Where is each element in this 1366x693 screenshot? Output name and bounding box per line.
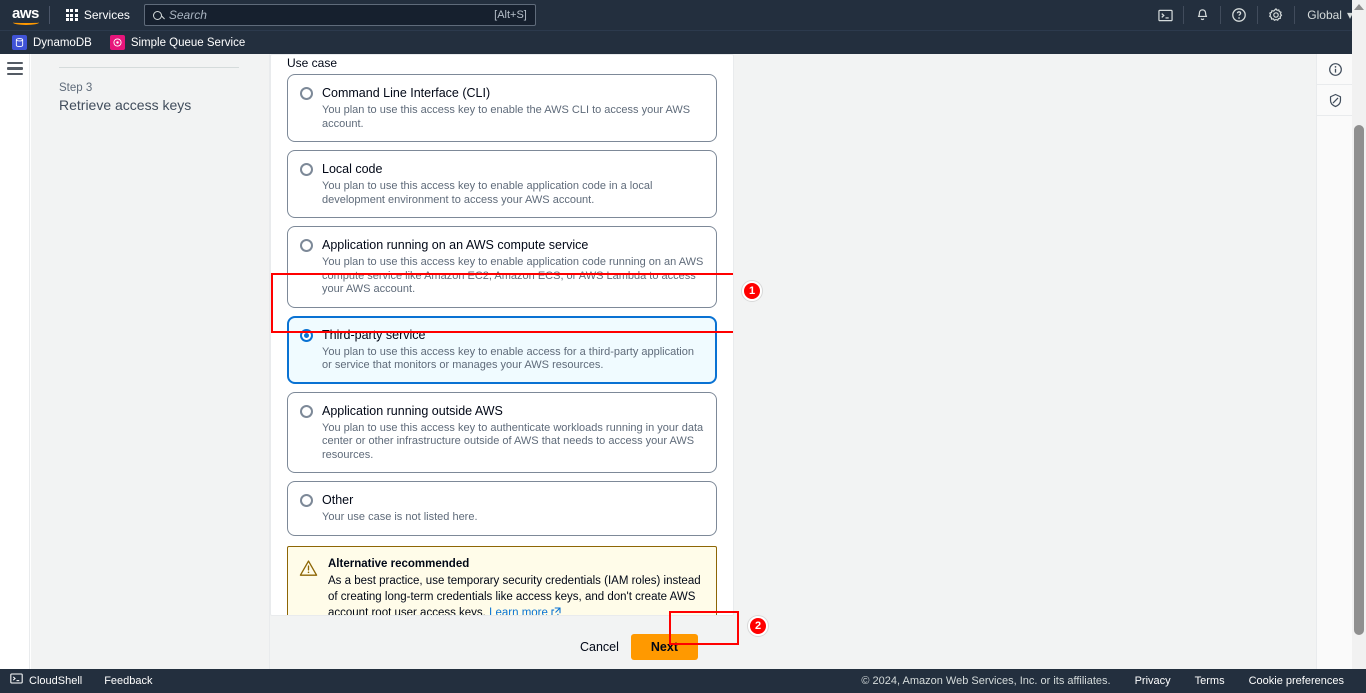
option-title: Third-party service xyxy=(322,327,426,342)
footer-right-group: © 2024, Amazon Web Services, Inc. or its… xyxy=(861,675,1344,687)
sqs-service-icon xyxy=(109,35,125,50)
use-case-option-other[interactable]: Other Your use case is not listed here. xyxy=(287,481,717,536)
help-question-icon[interactable] xyxy=(1221,0,1257,30)
option-title: Application running outside AWS xyxy=(322,403,503,418)
option-text-block: Application running on an AWS compute se… xyxy=(322,237,704,297)
option-text-block: Local code You plan to use this access k… xyxy=(322,161,704,207)
favorites-bar: DynamoDB Simple Queue Service xyxy=(0,30,1366,54)
option-description: You plan to use this access key to authe… xyxy=(322,421,704,461)
scrollbar-up-arrow-icon[interactable] xyxy=(1354,4,1364,14)
favorite-dynamodb-label: DynamoDB xyxy=(33,36,92,49)
radio-icon-selected[interactable] xyxy=(300,328,313,342)
annotation-badge-1: 1 xyxy=(742,281,762,301)
annotation-badge-2: 2 xyxy=(748,616,768,636)
option-text-block: Other Your use case is not listed here. xyxy=(322,492,704,525)
radio-icon[interactable] xyxy=(300,494,313,507)
option-description: You plan to use this access key to enabl… xyxy=(322,104,691,130)
favorite-dynamodb[interactable]: DynamoDB xyxy=(12,35,92,50)
wizard-step-title: Retrieve access keys xyxy=(59,97,192,113)
option-title: Application running on an AWS compute se… xyxy=(322,238,589,252)
alternative-recommended-alert: Alternative recommended As a best practi… xyxy=(287,545,717,616)
radio-icon[interactable] xyxy=(300,163,313,176)
copyright-text: © 2024, Amazon Web Services, Inc. or its… xyxy=(861,675,1111,687)
use-case-option-local-code[interactable]: Local code You plan to use this access k… xyxy=(287,150,717,218)
content-column: Use case Command Line Interface (CLI) Yo… xyxy=(270,54,1366,669)
aws-logo-smile-icon xyxy=(13,20,39,25)
top-nav-right-group: Global ▾ xyxy=(1147,0,1366,30)
cloudshell-icon xyxy=(10,672,23,690)
terms-link[interactable]: Terms xyxy=(1195,675,1225,687)
wizard-side-panel: Step 3 Retrieve access keys xyxy=(31,54,270,669)
option-title: Other xyxy=(322,493,354,507)
dynamodb-service-icon xyxy=(12,35,27,50)
bottom-status-bar: CloudShell Feedback © 2024, Amazon Web S… xyxy=(0,669,1366,693)
alert-text-block: Alternative recommended As a best practi… xyxy=(328,557,704,616)
info-circle-icon[interactable] xyxy=(1317,54,1353,85)
hamburger-menu-icon[interactable] xyxy=(6,62,23,76)
scrollbar-thumb[interactable] xyxy=(1354,125,1364,635)
radio-icon[interactable] xyxy=(300,87,313,100)
wizard-step-number: Step 3 xyxy=(59,82,93,94)
use-case-section-label: Use case xyxy=(287,56,338,70)
option-description: You plan to use this access key to enabl… xyxy=(322,256,704,295)
favorite-sqs-label: Simple Queue Service xyxy=(130,36,246,49)
privacy-link[interactable]: Privacy xyxy=(1135,675,1171,687)
option-text-block: Application running outside AWS You plan… xyxy=(322,403,704,463)
option-title: Command Line Interface (CLI) xyxy=(322,86,491,100)
feedback-link[interactable]: Feedback xyxy=(104,675,152,687)
next-button[interactable]: Next xyxy=(630,634,698,660)
notifications-bell-icon[interactable] xyxy=(1184,0,1220,30)
wizard-divider xyxy=(59,67,239,68)
radio-icon[interactable] xyxy=(300,239,313,252)
option-text-block: Command Line Interface (CLI) You plan to… xyxy=(322,85,704,131)
option-title: Local code xyxy=(322,162,383,176)
option-text-block: Third-party service You plan to use this… xyxy=(322,327,704,373)
search-input[interactable] xyxy=(168,8,495,22)
use-case-option-aws-compute[interactable]: Application running on an AWS compute se… xyxy=(287,226,717,308)
cloudshell-label: CloudShell xyxy=(29,675,83,687)
form-card-inner: Use case Command Line Interface (CLI) Yo… xyxy=(271,55,733,616)
option-description: Your use case is not listed here. xyxy=(322,511,478,523)
wizard-action-bar: Cancel Next xyxy=(270,626,734,668)
alert-body: As a best practice, use temporary securi… xyxy=(328,573,704,616)
page-body: Step 3 Retrieve access keys Use case Com… xyxy=(0,54,1366,669)
global-search-box[interactable]: [Alt+S] xyxy=(143,4,536,26)
search-icon xyxy=(152,10,162,20)
external-link-icon[interactable] xyxy=(551,606,561,615)
left-icon-rail xyxy=(0,54,30,669)
cloudshell-icon[interactable] xyxy=(1147,0,1183,30)
top-navigation-bar: aws Services [Alt+S] Global ▾ xyxy=(0,0,1366,30)
use-case-option-third-party-service[interactable]: Third-party service You plan to use this… xyxy=(287,315,717,384)
services-label: Services xyxy=(83,8,130,22)
right-tool-rail xyxy=(1316,54,1353,669)
learn-more-link[interactable]: Learn more xyxy=(489,607,548,616)
warning-triangle-icon xyxy=(299,559,318,616)
use-case-option-outside-aws[interactable]: Application running outside AWS You plan… xyxy=(287,391,717,473)
region-label: Global xyxy=(1307,8,1342,22)
cookie-preferences-link[interactable]: Cookie preferences xyxy=(1249,675,1344,687)
use-case-option-cli[interactable]: Command Line Interface (CLI) You plan to… xyxy=(287,74,717,142)
grid-menu-icon xyxy=(65,9,78,21)
services-menu-button[interactable]: Services xyxy=(60,4,136,26)
search-shortcut-hint: [Alt+S] xyxy=(494,9,527,21)
cloudshell-launch-button[interactable]: CloudShell xyxy=(10,672,82,690)
radio-icon[interactable] xyxy=(300,404,313,418)
option-description: You plan to use this access key to enabl… xyxy=(322,180,653,206)
settings-gear-icon[interactable] xyxy=(1258,0,1294,30)
no-access-shield-icon[interactable] xyxy=(1317,85,1353,116)
alert-title: Alternative recommended xyxy=(328,557,470,570)
page-scrollbar[interactable] xyxy=(1352,0,1366,693)
nav-divider xyxy=(48,6,50,24)
option-description: You plan to use this access key to enabl… xyxy=(322,345,694,372)
favorite-sqs[interactable]: Simple Queue Service xyxy=(109,35,246,50)
aws-logo[interactable]: aws xyxy=(12,6,39,25)
use-case-form-card: Use case Command Line Interface (CLI) Yo… xyxy=(270,54,734,616)
cancel-button[interactable]: Cancel xyxy=(568,634,631,660)
